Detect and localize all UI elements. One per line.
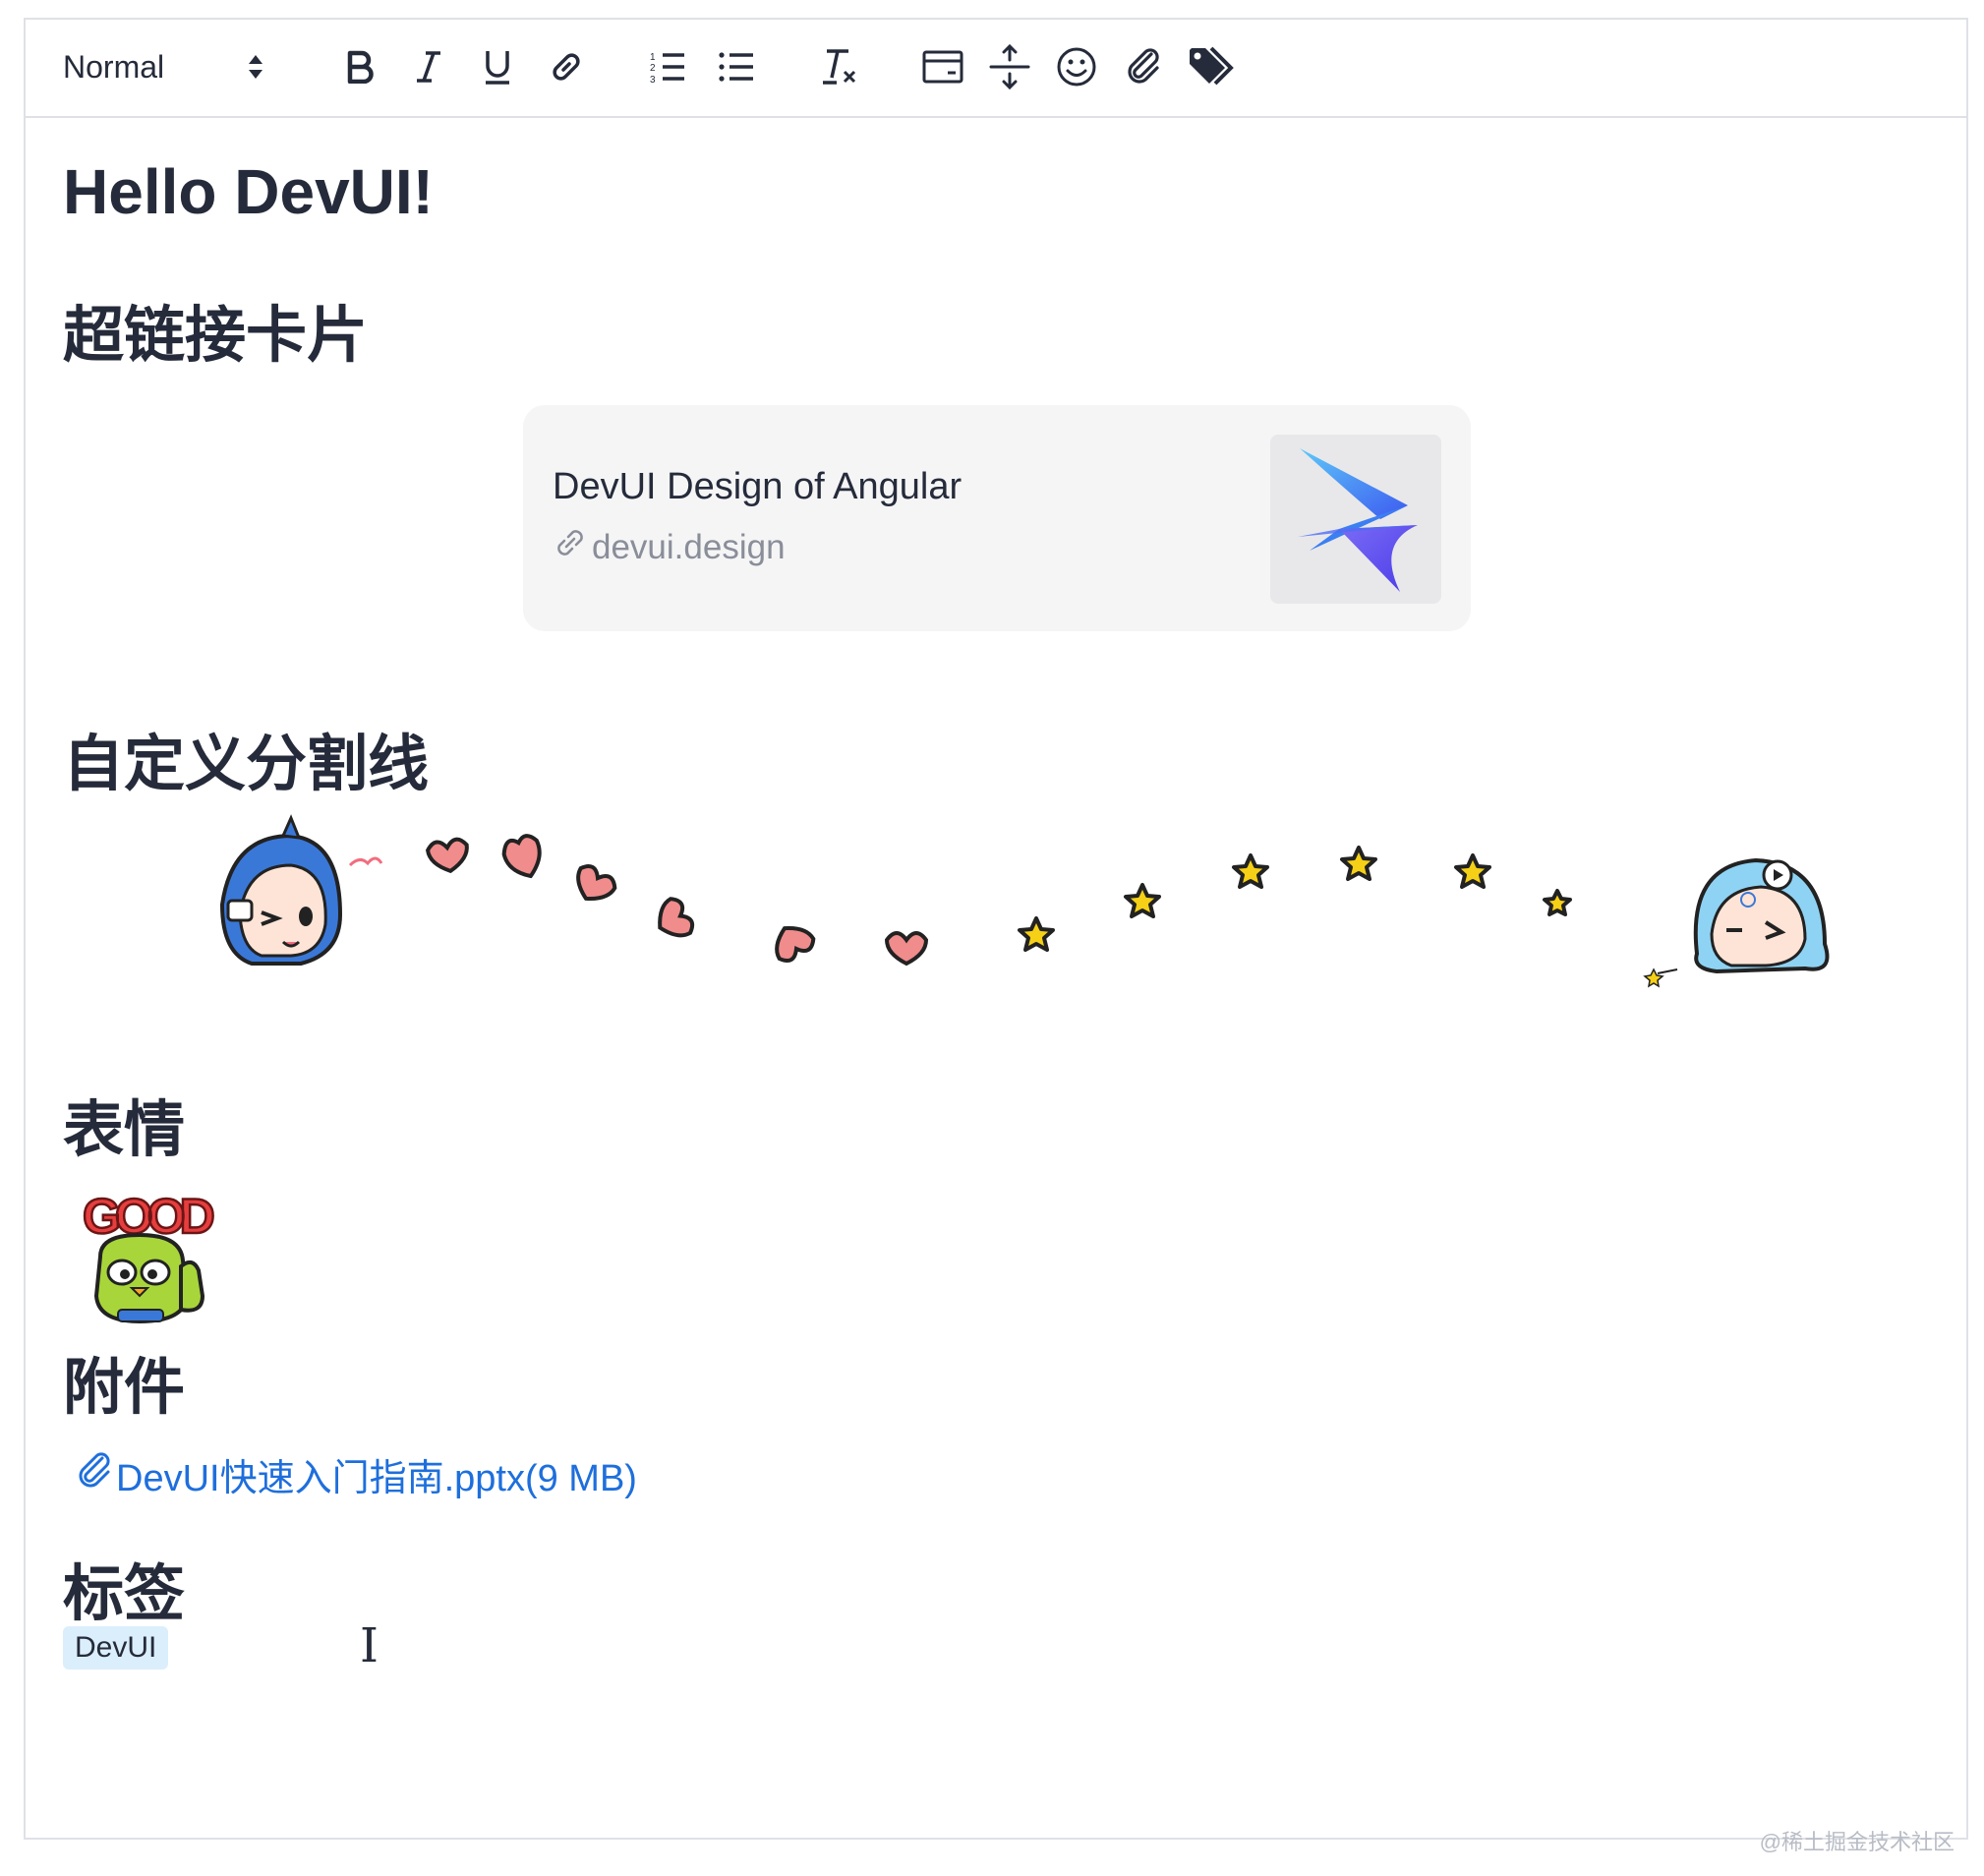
link-card-title: DevUI Design of Angular xyxy=(553,466,963,507)
custom-divider-image xyxy=(193,806,1844,1023)
ordered-list-button[interactable]: 123 xyxy=(643,43,692,90)
rich-text-editor: Normal 123 Hello DevUI! 超链接卡片 DevUI Desi… xyxy=(24,18,1968,1840)
underline-button[interactable] xyxy=(474,43,521,90)
emoji-button[interactable] xyxy=(1052,43,1101,90)
editor-content[interactable]: Hello DevUI! 超链接卡片 DevUI Design of Angul… xyxy=(26,118,1966,1838)
format-select[interactable]: Normal xyxy=(63,43,299,90)
underline-icon xyxy=(483,49,512,85)
emoji-icon xyxy=(1056,46,1097,88)
blue-girl-character-left xyxy=(219,814,383,966)
italic-icon xyxy=(414,50,443,84)
attachment-filename: DevUI快速入门指南.pptx(9 MB) xyxy=(116,1458,637,1499)
heading-link-card: 超链接卡片 xyxy=(63,302,369,370)
clear-format-button[interactable] xyxy=(816,43,865,90)
attachment-link[interactable]: DevUI快速入门指南.pptx(9 MB) xyxy=(75,1447,637,1501)
toolbar: Normal 123 xyxy=(26,20,1966,118)
select-arrows-icon xyxy=(248,53,263,81)
heading-attachment: 附件 xyxy=(63,1354,186,1422)
devui-logo xyxy=(1270,435,1441,604)
tag-chip[interactable]: DevUI xyxy=(63,1626,169,1670)
attachment-button[interactable] xyxy=(1119,43,1168,90)
link-card-url: devui.design xyxy=(553,525,786,569)
bold-icon xyxy=(345,50,375,84)
divider-button[interactable] xyxy=(985,43,1034,90)
bullet-list-icon xyxy=(718,50,755,84)
tag-icon xyxy=(1188,46,1239,88)
heading-custom-divider: 自定义分割线 xyxy=(63,731,430,798)
good-emoji-sticker: GOOD xyxy=(71,1178,228,1325)
link-card-icon xyxy=(922,49,963,85)
heading-tag: 标签 xyxy=(63,1560,186,1628)
italic-button[interactable] xyxy=(405,43,452,90)
divider-icon xyxy=(989,44,1030,89)
chain-link-icon xyxy=(553,525,588,569)
link-card-button[interactable] xyxy=(918,43,967,90)
paperclip-icon xyxy=(75,1448,114,1501)
document-title: Hello DevUI! xyxy=(63,156,434,227)
clear-format-icon xyxy=(821,48,860,86)
text-cursor: I xyxy=(360,1618,379,1673)
heading-emoji: 表情 xyxy=(63,1096,186,1164)
svg-text:1: 1 xyxy=(650,52,656,63)
link-card-url-text: devui.design xyxy=(592,527,786,566)
tag-button[interactable] xyxy=(1186,43,1241,90)
svg-text:3: 3 xyxy=(650,75,656,84)
ordered-list-icon: 123 xyxy=(649,50,686,84)
bullet-list-button[interactable] xyxy=(712,43,761,90)
link-card[interactable]: DevUI Design of Angular devui.design xyxy=(523,405,1471,631)
format-select-value: Normal xyxy=(63,48,165,85)
watermark: @稀土掘金技术社区 xyxy=(1759,1830,1955,1854)
bold-button[interactable] xyxy=(336,43,383,90)
svg-text:2: 2 xyxy=(650,63,656,74)
light-blue-girl-character-right xyxy=(1643,857,1830,988)
attachment-icon xyxy=(1124,46,1163,88)
link-icon xyxy=(549,49,584,85)
link-button[interactable] xyxy=(543,43,590,90)
